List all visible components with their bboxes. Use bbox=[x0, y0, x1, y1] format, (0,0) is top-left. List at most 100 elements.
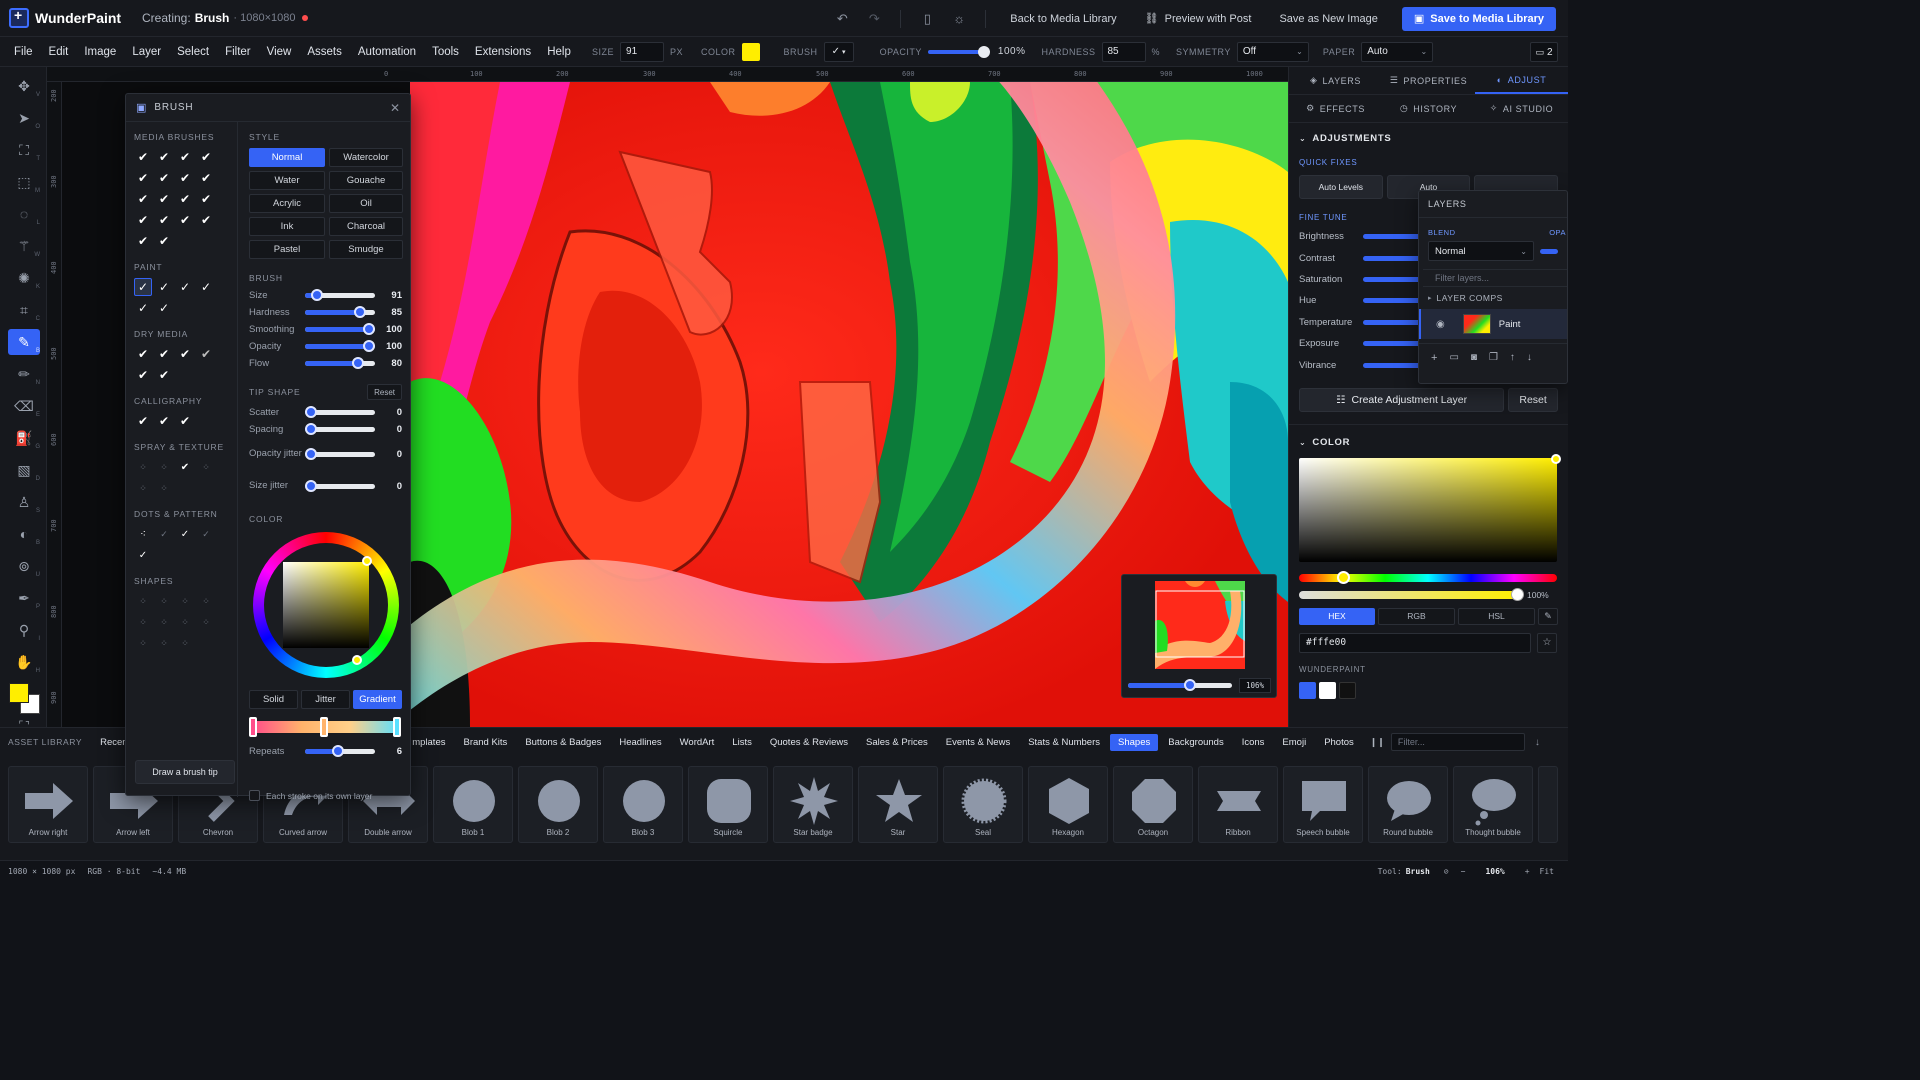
asset-tab-wordart[interactable]: WordArt bbox=[672, 734, 723, 751]
size-input[interactable]: 91 bbox=[620, 41, 665, 62]
menu-edit[interactable]: Edit bbox=[41, 46, 77, 58]
tip-slider[interactable] bbox=[305, 406, 375, 418]
brush-preset[interactable]: ⁘ bbox=[176, 634, 194, 652]
mode-gradient[interactable]: Gradient bbox=[353, 690, 402, 709]
own-layer-checkbox[interactable] bbox=[249, 790, 260, 801]
fit-button[interactable]: Fit bbox=[1540, 867, 1554, 876]
gradient-stop[interactable] bbox=[393, 717, 401, 737]
navigator-thumbnail[interactable] bbox=[1155, 581, 1245, 669]
color-wheel[interactable] bbox=[253, 532, 399, 678]
brush-preset[interactable]: ✔ bbox=[155, 412, 173, 430]
brush-preset[interactable]: ✔ bbox=[197, 148, 215, 166]
menu-select[interactable]: Select bbox=[169, 46, 217, 58]
layer-comps-row[interactable]: ▸ LAYER COMPS bbox=[1419, 287, 1567, 309]
brush-preset[interactable]: ✓ bbox=[176, 278, 194, 296]
brush-slider-knob[interactable] bbox=[354, 306, 366, 318]
brush-preset[interactable]: ✓ bbox=[197, 278, 215, 296]
asset-item[interactable]: Star bbox=[858, 766, 938, 843]
asset-item[interactable]: Thought bubble bbox=[1453, 766, 1533, 843]
asset-tab-brand-kits[interactable]: Brand Kits bbox=[455, 734, 515, 751]
asset-tab-templates[interactable]: mplates bbox=[404, 734, 453, 751]
auto-levels-button[interactable]: Auto Levels bbox=[1299, 175, 1383, 199]
hardness-input[interactable]: 85 bbox=[1101, 41, 1146, 62]
alpha-knob[interactable] bbox=[1511, 587, 1524, 601]
style-ink[interactable]: Ink bbox=[249, 217, 325, 236]
menu-extensions[interactable]: Extensions bbox=[467, 46, 539, 58]
brush-preset[interactable]: ✓ bbox=[134, 546, 152, 564]
brush-preset[interactable]: ✓ bbox=[134, 299, 152, 317]
brush-slider-knob[interactable] bbox=[363, 340, 375, 352]
asset-item[interactable]: Squircle bbox=[688, 766, 768, 843]
brush-preset[interactable]: ✔ bbox=[197, 190, 215, 208]
color-mode-hsl[interactable]: HSL bbox=[1458, 607, 1535, 625]
asset-item[interactable]: Ribbon bbox=[1198, 766, 1278, 843]
layer-row-paint[interactable]: ◉ Paint bbox=[1419, 309, 1567, 339]
mask-icon[interactable]: ◙ bbox=[1471, 352, 1477, 364]
draw-brush-tip-button[interactable]: Draw a brush tip bbox=[135, 760, 235, 784]
color-field[interactable] bbox=[1299, 453, 1561, 562]
brush-preset[interactable]: ✔ bbox=[155, 190, 173, 208]
blur-tool-icon[interactable]: ⊚ U bbox=[8, 553, 40, 579]
tab-adjust[interactable]: ◐ ADJUST bbox=[1475, 67, 1568, 94]
fill-tool-icon[interactable]: ⛽ G bbox=[8, 425, 40, 451]
brush-preset[interactable]: ⁘ bbox=[134, 634, 152, 652]
brush-preset[interactable]: ⁘ bbox=[176, 592, 194, 610]
brush-preset[interactable]: ⁘ bbox=[134, 458, 152, 476]
brush-slider[interactable] bbox=[305, 323, 375, 335]
brush-slider-knob[interactable] bbox=[352, 357, 364, 369]
alpha-slider[interactable] bbox=[1299, 587, 1524, 601]
brush-slider[interactable] bbox=[305, 306, 375, 318]
menu-image[interactable]: Image bbox=[76, 46, 124, 58]
hue-knob[interactable] bbox=[1337, 570, 1350, 584]
brush-slider[interactable] bbox=[305, 289, 375, 301]
save-new-button[interactable]: Save as New Image bbox=[1267, 7, 1389, 31]
asset-item[interactable]: Octagon bbox=[1113, 766, 1193, 843]
hue-slider[interactable] bbox=[1299, 570, 1557, 584]
brush-preset[interactable]: ⁘ bbox=[155, 613, 173, 631]
close-icon[interactable]: ✕ bbox=[390, 101, 400, 115]
repeats-knob[interactable] bbox=[332, 745, 344, 757]
brush-tool-icon[interactable]: ✎ B bbox=[8, 329, 40, 355]
asset-item[interactable]: Star badge bbox=[773, 766, 853, 843]
style-acrylic[interactable]: Acrylic bbox=[249, 194, 325, 213]
brush-preset[interactable]: ✔ bbox=[155, 211, 173, 229]
brush-preset[interactable]: ✔ bbox=[176, 458, 194, 476]
brush-preset[interactable]: ✔ bbox=[134, 232, 152, 250]
filter-layers-input[interactable]: Filter layers... bbox=[1423, 269, 1567, 287]
stamp-tool-icon[interactable]: ♙ S bbox=[8, 489, 40, 515]
style-water[interactable]: Water bbox=[249, 171, 325, 190]
asset-item[interactable]: Blob 1 bbox=[433, 766, 513, 843]
asset-item[interactable]: Hexagon bbox=[1028, 766, 1108, 843]
star-icon[interactable]: ☆ bbox=[1537, 632, 1557, 653]
brush-preset-selected[interactable]: ✓ bbox=[134, 278, 152, 296]
panels-toggle[interactable]: ▭ 2 bbox=[1530, 42, 1558, 62]
move-tool-icon[interactable]: ✥ V bbox=[8, 73, 40, 99]
brush-slider-knob[interactable] bbox=[311, 289, 323, 301]
style-charcoal[interactable]: Charcoal bbox=[329, 217, 403, 236]
zoom-in-icon[interactable]: + bbox=[1525, 867, 1530, 876]
asset-tab-photos[interactable]: Photos bbox=[1316, 734, 1362, 751]
asset-item[interactable]: Blob 3 bbox=[603, 766, 683, 843]
brush-preset[interactable]: ⁘ bbox=[134, 592, 152, 610]
brush-preset[interactable]: ⁘ bbox=[155, 479, 173, 497]
move-up-icon[interactable]: ↑ bbox=[1510, 352, 1515, 364]
brush-preset[interactable]: ✔ bbox=[155, 366, 173, 384]
brush-preset[interactable]: ⁘ bbox=[155, 634, 173, 652]
brush-preset[interactable]: ✔ bbox=[197, 345, 215, 363]
brush-picker[interactable]: ✓ ▾ bbox=[823, 41, 854, 62]
redo-icon[interactable]: ↷ bbox=[860, 7, 888, 31]
select-tool-icon[interactable]: ➤ O bbox=[8, 105, 40, 131]
lasso-tool-icon[interactable]: ◌ L bbox=[8, 201, 40, 227]
asset-tab-headlines[interactable]: Headlines bbox=[611, 734, 669, 751]
marquee-tool-icon[interactable]: ⬚ M bbox=[8, 169, 40, 195]
eyedropper-icon[interactable]: ⚲ I bbox=[8, 617, 40, 643]
brush-preset[interactable]: ✔ bbox=[176, 148, 194, 166]
style-watercolor[interactable]: Watercolor bbox=[329, 148, 403, 167]
move-down-icon[interactable]: ↓ bbox=[1527, 352, 1532, 364]
fine-tune-slider[interactable] bbox=[1363, 234, 1423, 240]
color-title[interactable]: ⌄ COLOR bbox=[1289, 437, 1568, 448]
eraser-tool-icon[interactable]: ⌫ E bbox=[8, 393, 40, 419]
tip-slider[interactable] bbox=[305, 423, 375, 435]
brush-preset[interactable]: ✓ bbox=[155, 278, 173, 296]
color-mode-hex[interactable]: HEX bbox=[1299, 607, 1375, 625]
